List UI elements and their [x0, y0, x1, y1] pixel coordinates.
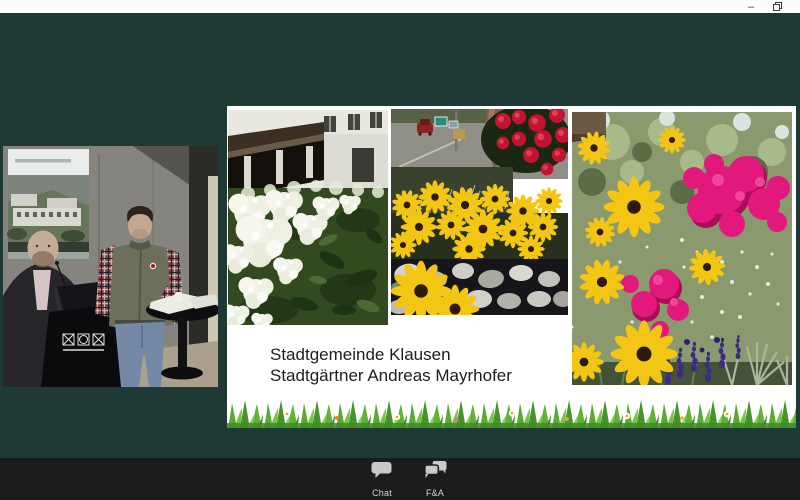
presenter-video-scene — [3, 146, 218, 387]
slide-caption-line1: Stadtgemeinde Klausen — [270, 344, 512, 365]
slide-caption: Stadtgemeinde Klausen Stadtgärtner Andre… — [270, 344, 512, 386]
slide-photo-rudbeckia-bed — [391, 109, 568, 315]
chat-button[interactable]: Chat — [360, 461, 404, 497]
titlebar: – — [0, 0, 800, 13]
minimize-icon[interactable]: – — [742, 0, 760, 13]
presenter-video — [3, 146, 218, 387]
dual-chat-bubbles-icon — [424, 461, 447, 485]
webinar-toolbar: Chat F&A — [0, 458, 800, 500]
presentation-slide: Stadtgemeinde Klausen Stadtgärtner Andre… — [227, 106, 796, 428]
slide-photo-hydrangeas — [228, 110, 388, 325]
chat-button-label: Chat — [372, 488, 392, 498]
qa-button-label: F&A — [426, 488, 444, 498]
qa-button[interactable]: F&A — [413, 461, 457, 497]
slide-caption-line2: Stadtgärtner Andreas Mayrhofer — [270, 365, 512, 386]
slide-photo-mixed-flowerbed — [572, 112, 792, 385]
webinar-window: – — [0, 0, 800, 500]
restore-window-icon[interactable] — [768, 0, 786, 13]
grass-border — [227, 398, 796, 428]
chat-bubble-icon — [371, 461, 393, 485]
webinar-stage: Stadtgemeinde Klausen Stadtgärtner Andre… — [0, 13, 800, 458]
